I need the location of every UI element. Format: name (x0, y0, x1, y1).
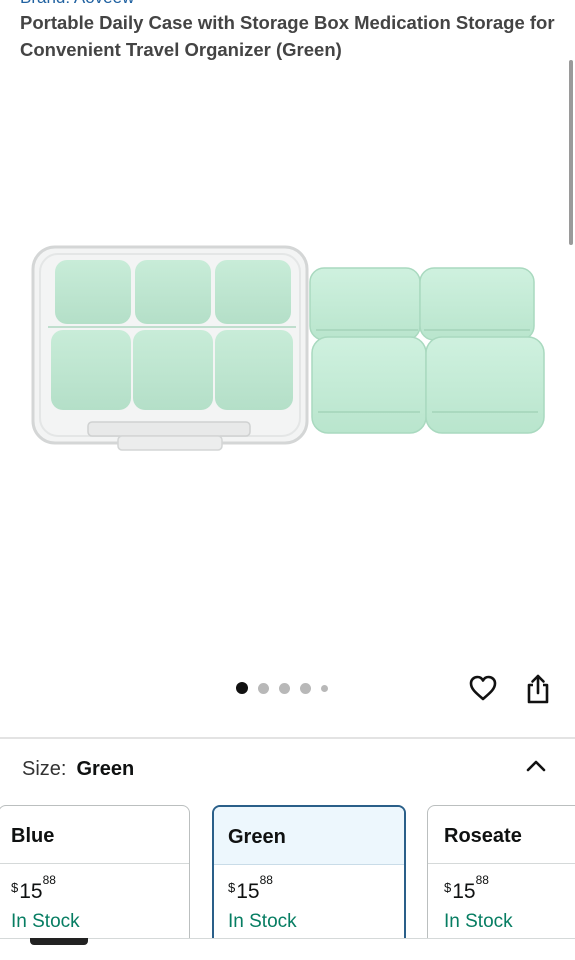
product-title: Portable Daily Case with Storage Box Med… (20, 12, 555, 60)
size-option-blue[interactable]: Blue $1588 In Stock (0, 805, 190, 960)
size-label: Size: (22, 758, 67, 780)
section-divider (0, 737, 575, 739)
chevron-up-icon[interactable] (524, 756, 548, 774)
bottom-indicator (30, 938, 88, 945)
share-icon[interactable] (524, 673, 552, 705)
option-name: Roseate (428, 806, 575, 864)
size-option-green[interactable]: Green $1588 In Stock (212, 805, 406, 960)
product-image[interactable] (0, 200, 575, 500)
carousel-dot[interactable] (279, 682, 290, 694)
option-price: $1588 (444, 873, 489, 903)
brand-link[interactable]: Brand: Aoveew (20, 0, 134, 8)
size-selected-value: Green (76, 758, 135, 780)
carousel-dot[interactable] (236, 682, 248, 694)
size-selector-header[interactable]: Size: Green (22, 758, 134, 781)
carousel-dot[interactable] (258, 682, 269, 694)
option-price: $1588 (11, 873, 56, 903)
carousel-dot[interactable] (300, 682, 311, 694)
option-price: $1588 (228, 873, 273, 903)
option-availability: In Stock (11, 911, 80, 932)
heart-icon[interactable] (468, 674, 498, 702)
option-name: Green (214, 807, 404, 865)
carousel-dot[interactable] (321, 684, 328, 692)
option-name: Blue (0, 806, 189, 864)
size-option-roseate[interactable]: Roseate $1588 In Stock (427, 805, 575, 960)
option-availability: In Stock (228, 911, 297, 932)
image-carousel-dots[interactable] (236, 681, 328, 695)
option-availability: In Stock (444, 911, 513, 932)
